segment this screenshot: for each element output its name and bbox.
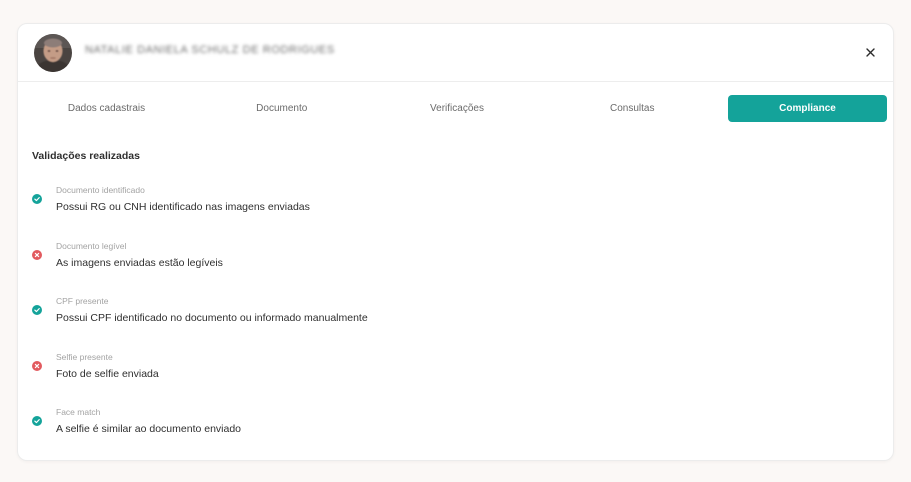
validation-item-cpf-presente: CPF presente Possui CPF identificado no …: [30, 295, 630, 351]
tab-documento[interactable]: Documento: [202, 95, 361, 122]
validation-label: CPF presente: [56, 296, 109, 306]
validation-description: Foto de selfie enviada: [56, 367, 159, 380]
section-title: Validações realizadas: [32, 150, 140, 162]
avatar: [34, 34, 72, 72]
validation-description: A selfie é similar ao documento enviado: [56, 423, 242, 435]
validation-label: Documento legível: [56, 240, 127, 251]
validation-label: Face match: [56, 407, 101, 417]
validation-item-documento-identificado: Documento identificado Possui RG ou CNH …: [30, 184, 630, 240]
validation-description: Possui RG ou CNH identificado nas imagen…: [56, 201, 310, 213]
close-icon: [865, 47, 875, 57]
validation-label: Selfie presente: [56, 351, 113, 362]
validation-item-documento-legivel: Documento legível As imagens enviadas es…: [30, 240, 630, 296]
check-circle-icon: [32, 194, 42, 204]
validation-description: Possui CPF identificado no documento ou …: [56, 312, 368, 324]
tab-bar: Dados cadastrais Documento Verificações …: [27, 95, 887, 122]
tab-compliance[interactable]: Compliance: [728, 95, 887, 122]
validation-item-face-match: Face match A selfie é similar ao documen…: [30, 406, 630, 462]
tab-verificacoes[interactable]: Verificações: [378, 95, 537, 122]
profile-modal: NATALIE DANIELA SCHULZ DE RODRIGUES Dado…: [17, 23, 894, 461]
check-circle-icon: [32, 305, 42, 315]
close-button[interactable]: [861, 43, 879, 61]
validation-list: Documento identificado Possui RG ou CNH …: [30, 184, 630, 462]
validation-description: As imagens enviadas estão legíveis: [56, 256, 223, 269]
validation-item-selfie-presente: Selfie presente Foto de selfie enviada: [30, 351, 630, 407]
modal-header: NATALIE DANIELA SCHULZ DE RODRIGUES: [18, 24, 893, 82]
tab-dados-cadastrais[interactable]: Dados cadastrais: [27, 95, 186, 122]
x-circle-icon: [32, 249, 42, 260]
user-name: NATALIE DANIELA SCHULZ DE RODRIGUES: [85, 44, 335, 56]
check-circle-icon: [32, 416, 42, 426]
tab-consultas[interactable]: Consultas: [553, 95, 712, 122]
validation-label: Documento identificado: [56, 185, 145, 195]
x-circle-icon: [32, 360, 42, 371]
